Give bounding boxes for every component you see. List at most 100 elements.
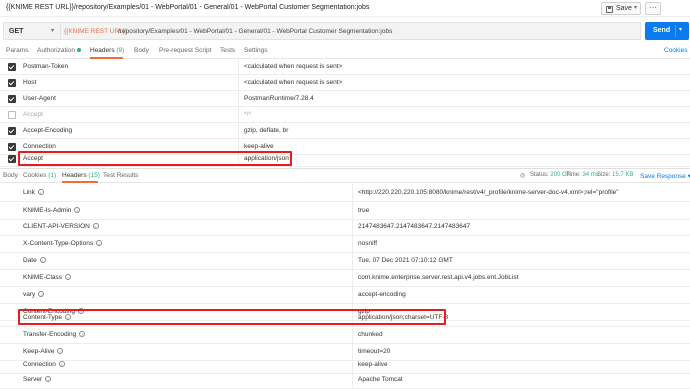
header-enabled-checkbox[interactable] <box>8 79 16 87</box>
header-value: <http://220.220.220.105:8080/knime/rest/… <box>358 189 619 196</box>
header-value: nosniff <box>358 240 378 247</box>
info-icon[interactable]: i <box>45 376 52 382</box>
send-button[interactable]: Send ▾ <box>645 22 689 40</box>
header-value: chunked <box>358 331 383 338</box>
highlight-box <box>18 151 292 166</box>
header-value: keep-alive <box>358 361 388 368</box>
status-dot <box>76 48 81 53</box>
header-value: 2147483647.2147483647.2147483647 <box>358 223 471 230</box>
header-enabled-checkbox[interactable] <box>8 127 16 135</box>
header-key: Server i <box>23 376 52 383</box>
header-key[interactable]: Accept <box>23 111 43 118</box>
header-value: true <box>358 207 370 214</box>
request-header-row: Accept-Encoding gzip, deflate, br <box>0 123 690 139</box>
response-header-row: CLIENT-API-VERSION i 2147483647.214748364… <box>0 218 690 236</box>
request-title: {{KNIME REST URL}}/repository/Examples/0… <box>6 4 370 11</box>
header-key: Transfer-Encoding i <box>23 331 86 338</box>
response-header-row: Date i Tue, 07 Dec 2021 07:10:12 GMT <box>0 252 690 270</box>
response-status: Status: 200 OK <box>530 172 571 178</box>
response-header-row: Transfer-Encoding i chunked <box>0 326 690 344</box>
url-bar: GET ▾ {{KNIME REST URL}} /repository/Exa… <box>0 22 690 40</box>
save-icon <box>606 6 613 13</box>
tab-response-body[interactable]: Body <box>3 172 18 179</box>
header-key: KNIME-Is-Admin i <box>23 207 81 214</box>
header-value[interactable]: PostmanRuntime/7.28.4 <box>244 95 314 102</box>
tab-headers[interactable]: Headers (9) <box>90 47 124 54</box>
header-value[interactable]: gzip, deflate, br <box>244 127 288 134</box>
method-select[interactable]: GET ▾ <box>3 22 61 40</box>
response-header-row: vary i accept-encoding <box>0 286 690 304</box>
header-key[interactable]: Postman-Token <box>23 63 68 70</box>
info-icon[interactable]: i <box>38 291 45 297</box>
chevron-down-icon[interactable]: ▾ <box>634 4 637 11</box>
request-header-row: Host <calculated when request is sent> <box>0 75 690 91</box>
info-icon[interactable]: i <box>37 189 44 195</box>
header-value[interactable]: keep-alive <box>244 143 274 150</box>
request-tabs: Params Authorization Headers (9) Body Pr… <box>0 43 690 59</box>
header-key: CLIENT-API-VERSION i <box>23 223 99 230</box>
header-key: vary i <box>23 291 45 298</box>
response-size: Size: 15.7 KB <box>597 172 634 178</box>
tab-response-cookies[interactable]: Cookies (1) <box>23 172 56 179</box>
chevron-down-icon[interactable]: ▾ <box>679 26 682 33</box>
request-header-row: User-Agent PostmanRuntime/7.28.4 <box>0 91 690 107</box>
tab-response-headers[interactable]: Headers (15) <box>62 172 100 179</box>
send-label: Send <box>653 27 671 34</box>
header-value[interactable]: <calculated when request is sent> <box>244 63 342 70</box>
globe-icon[interactable]: ◎ <box>520 172 525 179</box>
header-key[interactable]: Connection <box>23 143 56 150</box>
tab-settings[interactable]: Settings <box>244 47 268 54</box>
info-icon[interactable]: i <box>57 348 64 354</box>
header-value: accept-encoding <box>358 291 406 298</box>
header-enabled-checkbox[interactable] <box>8 63 16 71</box>
header-key: Link i <box>23 189 44 196</box>
info-icon[interactable]: i <box>65 274 72 280</box>
info-icon[interactable]: i <box>74 207 81 213</box>
info-icon[interactable]: i <box>79 331 86 337</box>
header-key: Connection i <box>23 361 65 368</box>
header-key: Keep-Alive i <box>23 348 64 355</box>
highlight-box <box>18 309 446 325</box>
tab-tests[interactable]: Tests <box>220 47 235 54</box>
save-response-button[interactable]: Save Response ▾ <box>640 172 690 180</box>
more-options-button[interactable]: ··· <box>645 2 661 15</box>
info-icon[interactable]: i <box>96 240 103 246</box>
header-key: X-Content-Type-Options i <box>23 240 103 247</box>
info-icon[interactable]: i <box>39 257 46 263</box>
tab-test-results[interactable]: Test Results <box>103 172 138 179</box>
header-key[interactable]: Accept-Encoding <box>23 127 72 134</box>
header-value[interactable]: <calculated when request is sent> <box>244 79 342 86</box>
response-header-row: Link i <http://220.220.220.105:8080/knime… <box>0 184 690 202</box>
header-value: Apache Tomcat <box>358 376 403 383</box>
header-key: KNIME-Class i <box>23 274 72 281</box>
header-value[interactable]: */* <box>244 111 251 118</box>
header-enabled-checkbox[interactable] <box>8 111 16 119</box>
header-value: timeout=20 <box>358 348 391 355</box>
save-button-label: Save <box>616 5 632 12</box>
method-label: GET <box>9 28 24 35</box>
url-path: /repository/Examples/01 - WebPortal/01 -… <box>118 28 393 35</box>
header-enabled-checkbox[interactable] <box>8 155 16 163</box>
header-enabled-checkbox[interactable] <box>8 143 16 151</box>
header-value: com.knime.enterprise.server.rest.api.v4.… <box>358 274 519 281</box>
response-header-row: KNIME-Class i com.knime.enterprise.server… <box>0 269 690 287</box>
info-icon[interactable]: i <box>92 223 99 229</box>
info-icon[interactable]: i <box>58 361 65 367</box>
cookies-link[interactable]: Cookies <box>664 47 687 54</box>
header-key[interactable]: Host <box>23 79 36 86</box>
header-key[interactable]: User-Agent <box>23 95 56 102</box>
response-header-row: X-Content-Type-Options i nosniff <box>0 235 690 253</box>
tab-pre-request-script[interactable]: Pre-request Script <box>159 47 211 54</box>
chevron-down-icon: ▾ <box>51 28 55 34</box>
save-button[interactable]: Save ▾ <box>601 2 641 15</box>
header-enabled-checkbox[interactable] <box>8 95 16 103</box>
tab-params[interactable]: Params <box>6 47 28 54</box>
url-input[interactable]: {{KNIME REST URL}} /repository/Examples/… <box>61 22 641 40</box>
tab-body[interactable]: Body <box>134 47 149 54</box>
title-bar: {{KNIME REST URL}}/repository/Examples/0… <box>0 0 690 17</box>
tab-authorization[interactable]: Authorization <box>37 47 81 54</box>
active-tab-indicator <box>62 181 98 183</box>
response-tabs: Body Cookies (1) Headers (15) Test Resul… <box>0 168 690 183</box>
header-key: Date i <box>23 257 46 264</box>
request-header-row: Postman-Token <calculated when request i… <box>0 59 690 75</box>
